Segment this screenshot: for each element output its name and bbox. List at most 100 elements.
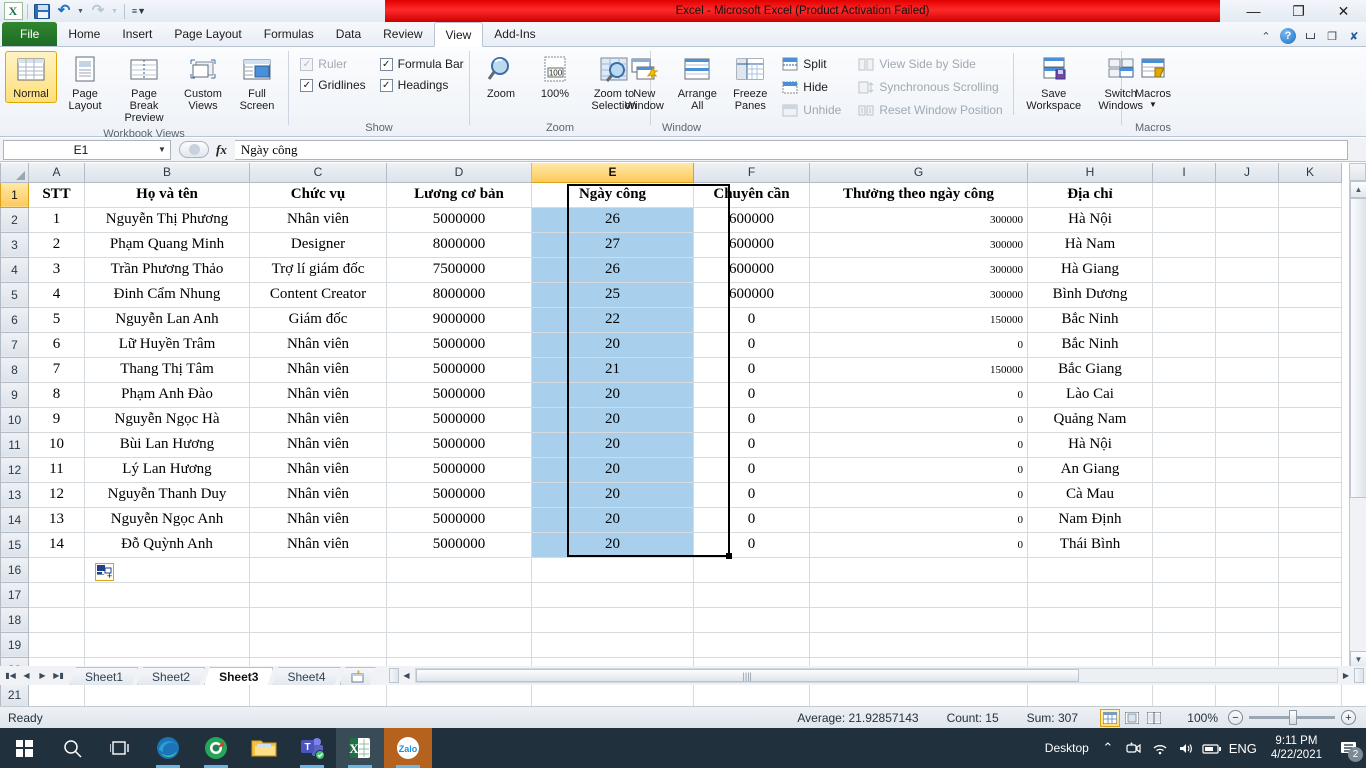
cell-K18[interactable]: [1278, 607, 1342, 633]
cell-I18[interactable]: [1152, 607, 1216, 633]
camera-icon[interactable]: [1121, 728, 1147, 768]
last-sheet-button[interactable]: ▶▮: [51, 668, 66, 683]
synchronous-scrolling-button[interactable]: Synchronous Scrolling: [855, 78, 1005, 96]
cell-D14[interactable]: 5000000: [386, 507, 532, 533]
cell-E2[interactable]: 26: [531, 207, 694, 233]
cell-H17[interactable]: [1027, 582, 1153, 608]
cell-A13[interactable]: 12: [28, 482, 85, 508]
cell-E21[interactable]: [531, 682, 694, 708]
macros-button[interactable]: Macros ▼: [1127, 51, 1179, 111]
cell-E13[interactable]: 20: [531, 482, 694, 508]
excel-taskbar-icon[interactable]: X: [336, 728, 384, 768]
sheet-tab-sheet2[interactable]: Sheet2: [137, 667, 205, 685]
cell-C19[interactable]: [249, 632, 387, 658]
row-header-11[interactable]: 11: [0, 431, 29, 458]
cell-B21[interactable]: [84, 682, 250, 708]
formula-expand-icon[interactable]: [179, 141, 209, 158]
column-header-a[interactable]: A: [28, 163, 85, 183]
column-header-c[interactable]: C: [249, 163, 387, 183]
cell-F19[interactable]: [693, 632, 810, 658]
desktop-peek-label[interactable]: Desktop: [1039, 741, 1095, 755]
cell-I10[interactable]: [1152, 407, 1216, 433]
cell-C21[interactable]: [249, 682, 387, 708]
tab-review[interactable]: Review: [372, 22, 433, 46]
cell-J18[interactable]: [1215, 607, 1279, 633]
cell-A1[interactable]: STT: [28, 182, 85, 208]
cell-C11[interactable]: Nhân viên: [249, 432, 387, 458]
cell-G6[interactable]: 150000: [809, 307, 1028, 333]
cell-A18[interactable]: [28, 607, 85, 633]
customize-qat-icon[interactable]: ≡▼: [129, 1, 149, 21]
cell-F5[interactable]: 600000: [693, 282, 810, 308]
cell-F6[interactable]: 0: [693, 307, 810, 333]
cell-D15[interactable]: 5000000: [386, 532, 532, 558]
cell-F21[interactable]: [693, 682, 810, 708]
cell-E8[interactable]: 21: [531, 357, 694, 383]
custom-views-button[interactable]: Custom Views: [177, 51, 229, 115]
cell-H9[interactable]: Lào Cai: [1027, 382, 1153, 408]
cell-J8[interactable]: [1215, 357, 1279, 383]
formula-input[interactable]: Ngày công: [234, 139, 1348, 160]
cell-F13[interactable]: 0: [693, 482, 810, 508]
cell-H21[interactable]: [1027, 682, 1153, 708]
cell-G4[interactable]: 300000: [809, 257, 1028, 283]
page-layout-view-button[interactable]: Page Layout: [59, 51, 111, 115]
cell-C6[interactable]: Giám đốc: [249, 307, 387, 333]
scroll-right-button[interactable]: ▶: [1338, 668, 1354, 683]
cell-H7[interactable]: Bắc Ninh: [1027, 332, 1153, 358]
cell-H1[interactable]: Địa chỉ: [1027, 182, 1153, 208]
cell-F2[interactable]: 600000: [693, 207, 810, 233]
cell-K1[interactable]: [1278, 182, 1342, 208]
cell-B3[interactable]: Phạm Quang Minh: [84, 232, 250, 258]
cell-D3[interactable]: 8000000: [386, 232, 532, 258]
cell-A12[interactable]: 11: [28, 457, 85, 483]
wifi-icon[interactable]: [1147, 728, 1173, 768]
cell-G9[interactable]: 0: [809, 382, 1028, 408]
cell-B10[interactable]: Nguyễn Ngọc Hà: [84, 407, 250, 433]
cell-E14[interactable]: 20: [531, 507, 694, 533]
new-window-button[interactable]: New Window: [618, 51, 670, 115]
cell-E7[interactable]: 20: [531, 332, 694, 358]
cell-A4[interactable]: 3: [28, 257, 85, 283]
row-header-21[interactable]: 21: [0, 681, 29, 708]
row-header-12[interactable]: 12: [0, 456, 29, 483]
cell-B14[interactable]: Nguyễn Ngọc Anh: [84, 507, 250, 533]
cell-A15[interactable]: 14: [28, 532, 85, 558]
column-header-d[interactable]: D: [386, 163, 532, 183]
name-box[interactable]: E1 ▼: [3, 139, 171, 160]
cell-G18[interactable]: [809, 607, 1028, 633]
cell-K2[interactable]: [1278, 207, 1342, 233]
row-header-13[interactable]: 13: [0, 481, 29, 508]
checkbox-ruler[interactable]: ✓ Ruler: [300, 57, 365, 71]
cell-C7[interactable]: Nhân viên: [249, 332, 387, 358]
cell-B15[interactable]: Đỗ Quỳnh Anh: [84, 532, 250, 558]
cell-A14[interactable]: 13: [28, 507, 85, 533]
cell-G8[interactable]: 150000: [809, 357, 1028, 383]
cell-J16[interactable]: [1215, 557, 1279, 583]
cell-K10[interactable]: [1278, 407, 1342, 433]
cell-J6[interactable]: [1215, 307, 1279, 333]
cell-B9[interactable]: Phạm Anh Đào: [84, 382, 250, 408]
freeze-panes-button[interactable]: Freeze Panes: [724, 51, 776, 115]
column-header-i[interactable]: I: [1152, 163, 1216, 183]
cell-A7[interactable]: 6: [28, 332, 85, 358]
cell-F7[interactable]: 0: [693, 332, 810, 358]
tab-insert[interactable]: Insert: [111, 22, 163, 46]
tray-overflow-icon[interactable]: ⌃: [1095, 728, 1121, 768]
collapse-ribbon-icon[interactable]: ⌃: [1258, 28, 1274, 44]
row-header-4[interactable]: 4: [0, 256, 29, 283]
cell-H18[interactable]: [1027, 607, 1153, 633]
cell-B7[interactable]: Lữ Huyền Trâm: [84, 332, 250, 358]
cell-F4[interactable]: 600000: [693, 257, 810, 283]
cell-E4[interactable]: 26: [531, 257, 694, 283]
cell-G13[interactable]: 0: [809, 482, 1028, 508]
cell-G21[interactable]: [809, 682, 1028, 708]
zoom-level-label[interactable]: 100%: [1176, 711, 1218, 725]
cell-E10[interactable]: 20: [531, 407, 694, 433]
zoom-button[interactable]: Zoom: [475, 51, 527, 103]
select-all-corner[interactable]: [0, 163, 29, 183]
cell-H14[interactable]: Nam Định: [1027, 507, 1153, 533]
cell-A8[interactable]: 7: [28, 357, 85, 383]
cell-J17[interactable]: [1215, 582, 1279, 608]
vertical-scroll-thumb[interactable]: [1350, 198, 1366, 498]
